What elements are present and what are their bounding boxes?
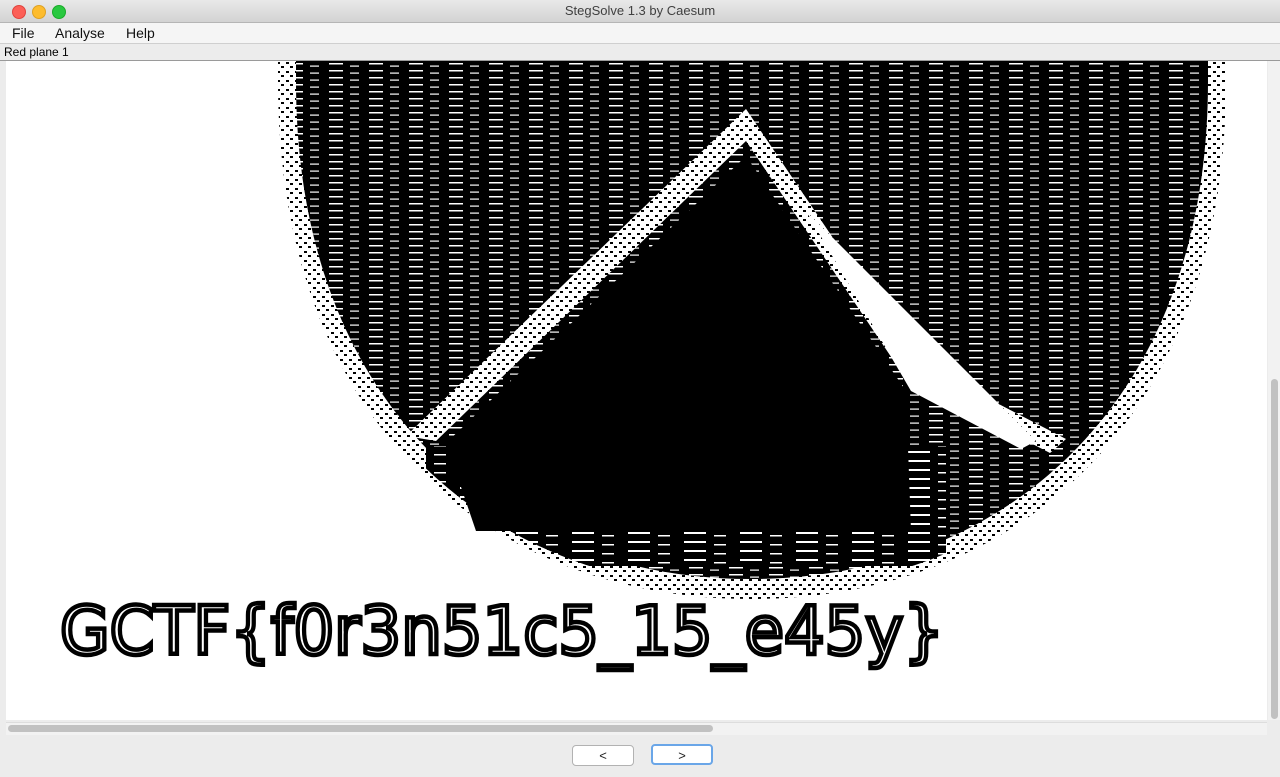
menu-file[interactable]: File bbox=[12, 25, 35, 41]
menu-help[interactable]: Help bbox=[126, 25, 155, 41]
previous-plane-button[interactable]: < bbox=[572, 745, 634, 766]
title-bar: StegSolve 1.3 by Caesum bbox=[0, 0, 1280, 23]
next-plane-button[interactable]: > bbox=[651, 744, 713, 765]
image-viewport[interactable]: GCTF{f0r3n51c5_15_e45y} bbox=[6, 61, 1267, 720]
bit-plane-image: GCTF{f0r3n51c5_15_e45y} bbox=[58, 61, 1226, 672]
window-title: StegSolve 1.3 by Caesum bbox=[564, 3, 716, 18]
horizontal-scroll-thumb[interactable] bbox=[8, 725, 713, 732]
plane-status-bar: Red plane 1 bbox=[0, 44, 1280, 61]
horizontal-scrollbar[interactable] bbox=[6, 722, 1267, 735]
plane-label: Red plane 1 bbox=[4, 45, 69, 59]
vertical-scroll-thumb[interactable] bbox=[1271, 379, 1278, 719]
flag-text: GCTF{f0r3n51c5_15_e45y} bbox=[60, 592, 944, 670]
menu-analyse[interactable]: Analyse bbox=[55, 25, 105, 41]
vertical-scrollbar[interactable] bbox=[1268, 61, 1280, 720]
navigation-footer: < > bbox=[0, 736, 1280, 777]
menu-bar: File Analyse Help bbox=[0, 23, 1280, 44]
